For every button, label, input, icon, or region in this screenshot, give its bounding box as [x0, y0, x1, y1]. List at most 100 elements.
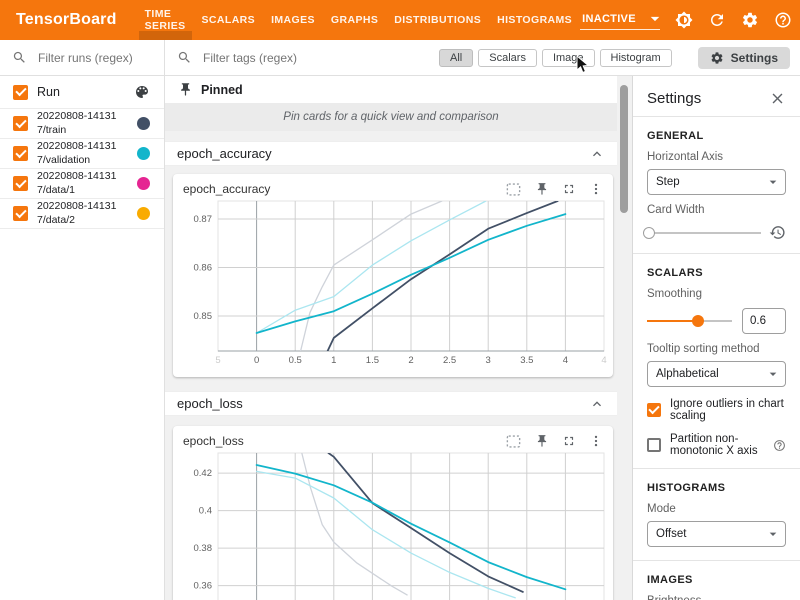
- scalar-card-epoch-accuracy: epoch_accuracy 0.850.860.8700.511.522.53…: [173, 174, 613, 377]
- histogram-mode-select[interactable]: Offset: [647, 521, 786, 547]
- filter-tags-input[interactable]: [201, 50, 426, 66]
- run-checkbox[interactable]: [13, 146, 28, 161]
- fullscreen-icon[interactable]: [562, 434, 576, 448]
- cards-area: Pinned Pin cards for a quick view and co…: [165, 76, 632, 600]
- app-header: TensorBoard TIME SERIES SCALARS IMAGES G…: [0, 0, 800, 40]
- svg-text:4: 4: [601, 355, 606, 366]
- main-scrollbar[interactable]: [620, 76, 628, 600]
- tooltip-sorting-select[interactable]: Alphabetical: [647, 361, 786, 387]
- run-row-data-1[interactable]: 20220808-141317/data/1: [0, 169, 164, 199]
- run-row-train[interactable]: 20220808-141317/train: [0, 109, 164, 139]
- general-heading: GENERAL: [647, 130, 786, 142]
- chevron-down-icon: [765, 174, 781, 190]
- tab-histograms[interactable]: HISTOGRAMS: [489, 0, 580, 40]
- chip-scalars[interactable]: Scalars: [478, 49, 537, 67]
- palette-icon[interactable]: [134, 84, 150, 100]
- scrollbar-thumb[interactable]: [620, 85, 628, 213]
- svg-text:0.86: 0.86: [194, 263, 213, 274]
- help-icon[interactable]: [774, 11, 792, 29]
- svg-text:0.36: 0.36: [194, 581, 213, 592]
- section-epoch-loss[interactable]: epoch_loss: [165, 391, 617, 416]
- filter-runs-field: [0, 40, 164, 76]
- run-checkbox[interactable]: [13, 206, 28, 221]
- run-row-validation[interactable]: 20220808-141317/validation: [0, 139, 164, 169]
- settings-panel: Settings GENERAL Horizontal Axis Step Ca…: [632, 76, 800, 600]
- refresh-icon[interactable]: [708, 11, 726, 29]
- svg-text:0.5: 0.5: [289, 355, 302, 366]
- runs-header-row[interactable]: Run: [0, 76, 164, 109]
- run-color-dot: [137, 207, 150, 220]
- smoothing-slider[interactable]: [647, 314, 732, 328]
- close-icon[interactable]: [769, 90, 786, 107]
- pin-icon[interactable]: [535, 434, 549, 448]
- horizontal-axis-select[interactable]: Step: [647, 169, 786, 195]
- gear-icon[interactable]: [741, 11, 759, 29]
- pin-icon[interactable]: [535, 182, 549, 196]
- fullscreen-icon[interactable]: [562, 182, 576, 196]
- pin-icon: [178, 82, 193, 97]
- images-heading: IMAGES: [647, 574, 786, 586]
- pinned-section-header: Pinned: [165, 76, 617, 103]
- chip-all[interactable]: All: [439, 49, 473, 67]
- run-row-data-2[interactable]: 20220808-141317/data/2: [0, 199, 164, 229]
- more-vert-icon[interactable]: [589, 434, 603, 448]
- run-color-dot: [137, 177, 150, 190]
- fit-to-data-icon[interactable]: [505, 434, 522, 449]
- tab-images[interactable]: IMAGES: [263, 0, 323, 40]
- restore-icon: [769, 224, 786, 241]
- ignore-outliers-checkbox[interactable]: Ignore outliers in chart scaling: [647, 398, 786, 422]
- pinned-empty-message: Pin cards for a quick view and compariso…: [165, 103, 617, 131]
- search-icon: [177, 50, 192, 65]
- tags-toolbar: All Scalars Image Histogram Settings: [165, 40, 800, 76]
- epoch-loss-chart[interactable]: 0.360.380.40.4200.511.522.533.54: [183, 451, 603, 600]
- svg-text:0.85: 0.85: [194, 311, 213, 322]
- checkbox-icon: [647, 438, 661, 452]
- epoch-accuracy-chart[interactable]: 0.850.860.8700.511.522.533.5454: [183, 199, 603, 369]
- filter-tags-field: [177, 50, 426, 66]
- tab-distributions[interactable]: DISTRIBUTIONS: [386, 0, 489, 40]
- chevron-down-icon: [765, 526, 781, 542]
- svg-text:3: 3: [486, 355, 491, 366]
- reset-card-width-button[interactable]: [769, 224, 786, 241]
- help-icon[interactable]: [773, 439, 786, 452]
- tag-filter-chips: All Scalars Image Histogram: [434, 49, 672, 67]
- more-vert-icon[interactable]: [589, 182, 603, 196]
- chevron-up-icon[interactable]: [589, 396, 605, 412]
- svg-text:3.5: 3.5: [520, 355, 533, 366]
- brightness-toggle-icon[interactable]: [675, 11, 693, 29]
- card-width-slider[interactable]: [647, 226, 761, 240]
- svg-text:1: 1: [331, 355, 336, 366]
- chip-histogram[interactable]: Histogram: [600, 49, 672, 67]
- slider-thumb[interactable]: [643, 227, 655, 239]
- run-checkbox[interactable]: [13, 176, 28, 191]
- chevron-up-icon[interactable]: [589, 146, 605, 162]
- svg-text:5: 5: [215, 355, 220, 366]
- fit-to-data-icon[interactable]: [505, 182, 522, 197]
- run-checkbox[interactable]: [13, 116, 28, 131]
- filter-runs-input[interactable]: [36, 50, 152, 66]
- partition-x-axis-checkbox[interactable]: Partition non-monotonic X axis: [647, 433, 786, 457]
- smoothing-value-input[interactable]: [742, 308, 786, 334]
- tab-graphs[interactable]: GRAPHS: [323, 0, 386, 40]
- slider-thumb[interactable]: [692, 315, 704, 327]
- svg-text:4: 4: [563, 355, 568, 366]
- tensorboard-logo: TensorBoard: [16, 11, 117, 29]
- section-epoch-accuracy[interactable]: epoch_accuracy: [165, 141, 617, 166]
- tab-scalars[interactable]: SCALARS: [194, 0, 264, 40]
- svg-text:0.38: 0.38: [194, 543, 213, 554]
- reload-status-select[interactable]: INACTIVE: [580, 10, 660, 30]
- settings-button[interactable]: Settings: [698, 47, 790, 69]
- svg-text:2: 2: [408, 355, 413, 366]
- histograms-heading: HISTOGRAMS: [647, 482, 786, 494]
- mouse-cursor: [576, 55, 589, 74]
- svg-text:1.5: 1.5: [366, 355, 379, 366]
- chevron-down-icon: [765, 366, 781, 382]
- settings-panel-title: Settings: [647, 90, 701, 107]
- tab-time-series[interactable]: TIME SERIES: [137, 0, 194, 40]
- run-color-dot: [137, 147, 150, 160]
- svg-text:0.87: 0.87: [194, 214, 213, 225]
- svg-text:0.42: 0.42: [194, 468, 213, 479]
- run-color-dot: [137, 117, 150, 130]
- run-master-checkbox[interactable]: [13, 85, 28, 100]
- svg-text:2.5: 2.5: [443, 355, 456, 366]
